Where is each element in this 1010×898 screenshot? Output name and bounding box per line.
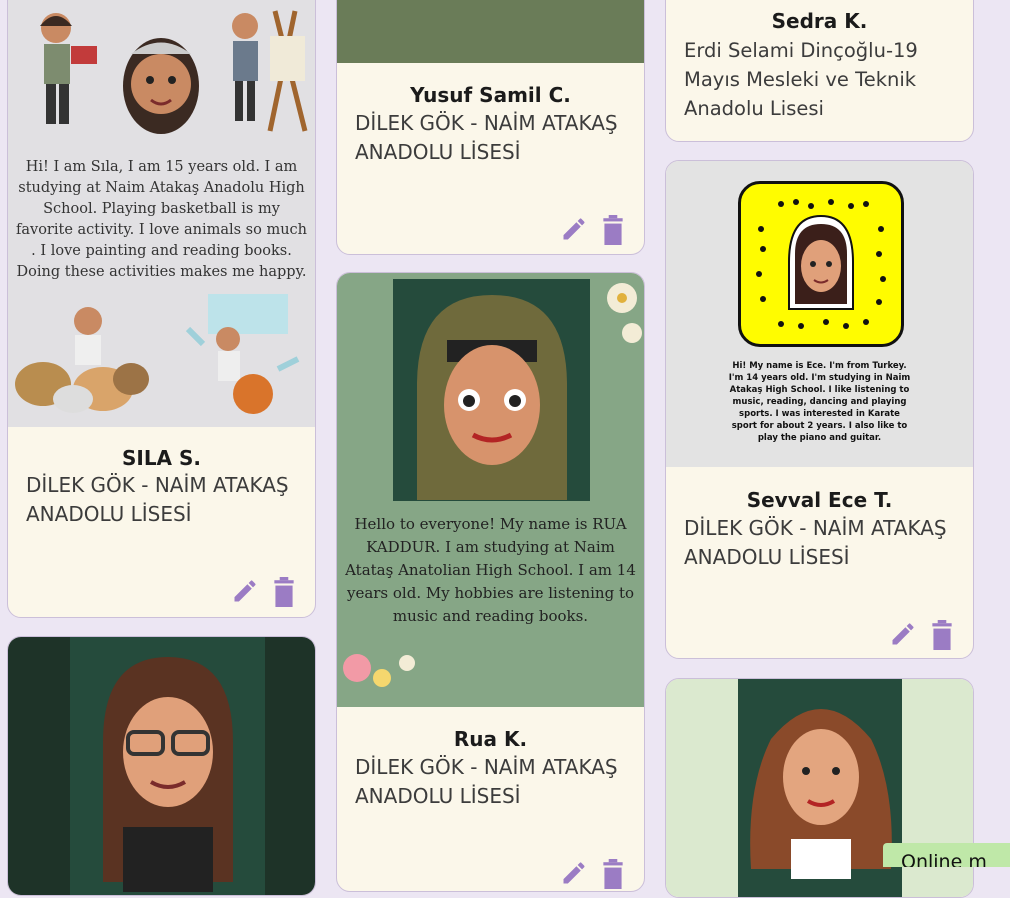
bitmoji-curly-hair-image bbox=[750, 709, 892, 879]
trash-icon[interactable] bbox=[271, 577, 297, 607]
snapcode-image bbox=[738, 181, 904, 347]
author-school: Erdi Selami Dinçoğlu-19 Mayıs Mesleki ve… bbox=[684, 39, 918, 120]
bitmoji-face-image bbox=[123, 38, 199, 134]
post-image[interactable]: Hello to everyone! My name is RUA KADDUR… bbox=[337, 273, 644, 707]
bitmoji-hijab-image bbox=[417, 295, 567, 500]
bitmoji-basketball-image bbox=[185, 294, 300, 414]
online-badge-label: Online m bbox=[901, 851, 987, 867]
post-image-caption: Hello to everyone! My name is RUA KADDUR… bbox=[345, 515, 636, 625]
post-image[interactable]: Hi! I am Sıla, I am 15 years old. I am s… bbox=[8, 0, 315, 427]
author-school: DİLEK GÖK - NAİM ATAKAŞ ANADOLU LİSESİ bbox=[684, 516, 947, 569]
trash-icon[interactable] bbox=[600, 859, 626, 889]
author-name: Rua K. bbox=[453, 727, 528, 751]
trash-icon[interactable] bbox=[929, 620, 955, 650]
flower-decoration-image bbox=[607, 283, 642, 343]
pencil-icon[interactable] bbox=[560, 215, 588, 245]
bitmoji-animals-image bbox=[15, 307, 149, 413]
author-name: Sedra K. bbox=[771, 9, 868, 33]
bitmoji-painting-image bbox=[232, 10, 308, 132]
bitmoji-reading-image bbox=[40, 13, 97, 124]
pencil-icon[interactable] bbox=[231, 577, 259, 607]
bitmoji-glasses-image bbox=[103, 657, 233, 892]
author-school: DİLEK GÖK - NAİM ATAKAŞ ANADOLU LİSESİ bbox=[355, 755, 618, 808]
post-image[interactable] bbox=[337, 0, 644, 63]
author-name: SILA S. bbox=[121, 446, 202, 470]
online-badge[interactable]: Online m bbox=[883, 843, 1010, 867]
post-card-next[interactable] bbox=[7, 636, 316, 896]
author-name: Yusuf Samil C. bbox=[410, 83, 571, 107]
post-card-yusuf[interactable]: Yusuf Samil C. DİLEK GÖK - NAİM ATAKAŞ A… bbox=[336, 0, 645, 255]
trash-icon[interactable] bbox=[600, 215, 626, 245]
pencil-icon[interactable] bbox=[560, 859, 588, 889]
post-card-sevval[interactable]: Hi! My name is Ece. I'm from Turkey. I'm… bbox=[665, 160, 974, 659]
author-school: DİLEK GÖK - NAİM ATAKAŞ ANADOLU LİSESİ bbox=[355, 111, 618, 164]
post-card-sedra[interactable]: Sedra K. Erdi Selami Dinçoğlu-19 Mayıs M… bbox=[665, 0, 974, 142]
flower-decoration-image bbox=[343, 654, 415, 687]
post-card-rua[interactable]: Hello to everyone! My name is RUA KADDUR… bbox=[336, 272, 645, 892]
post-image[interactable] bbox=[8, 637, 315, 895]
post-image-caption: Hi! I am Sıla, I am 15 years old. I am s… bbox=[15, 159, 307, 280]
pencil-icon[interactable] bbox=[889, 620, 917, 650]
post-image-caption: Hi! My name is Ece. I'm from Turkey. I'm… bbox=[728, 361, 911, 443]
author-school: DİLEK GÖK - NAİM ATAKAŞ ANADOLU LİSESİ bbox=[26, 473, 289, 526]
post-image[interactable]: Hi! My name is Ece. I'm from Turkey. I'm… bbox=[666, 161, 973, 467]
post-card-sila[interactable]: Hi! I am Sıla, I am 15 years old. I am s… bbox=[7, 0, 316, 618]
author-name: Sevval Ece T. bbox=[746, 488, 893, 512]
